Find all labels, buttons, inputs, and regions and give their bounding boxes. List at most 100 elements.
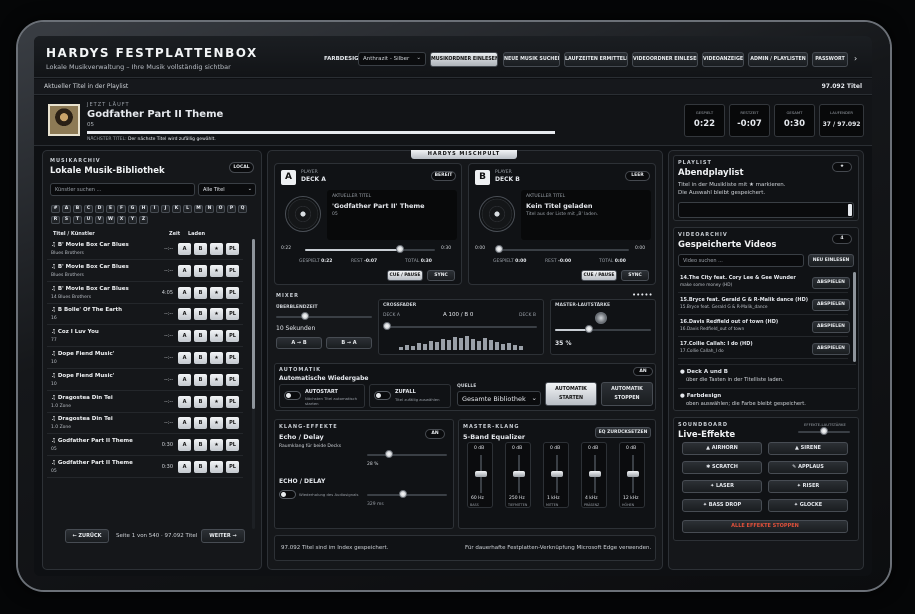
favorite-star-button[interactable]: ★: [210, 439, 223, 452]
table-row[interactable]: ♫ Coz I Luv You 77 --:-- A B ★ PL: [47, 326, 243, 348]
deck-a-cue-button[interactable]: CUE / PAUSE: [387, 270, 423, 281]
eq-reset-button[interactable]: EQ ZURÜCKSETZEN: [595, 427, 651, 438]
table-row[interactable]: ♫ B' Movie Box Car Blues Blues Brothers --…: [47, 261, 243, 282]
artist-search-input[interactable]: Künstler suchen ...: [50, 183, 195, 196]
add-to-playlist-button[interactable]: PL: [226, 243, 239, 255]
letter-index-button[interactable]: T: [73, 216, 82, 224]
letter-index-button[interactable]: H: [139, 205, 148, 213]
letter-index-button[interactable]: L: [183, 205, 192, 213]
letter-index-button[interactable]: R: [51, 216, 60, 224]
add-to-playlist-button[interactable]: PL: [226, 395, 239, 408]
deck-a-position-knob[interactable]: [395, 245, 404, 253]
volume-dial-icon[interactable]: [595, 312, 607, 324]
soundboard-effect-button[interactable]: ▲ AIRHORN: [682, 442, 762, 455]
add-to-playlist-button[interactable]: PL: [226, 264, 239, 277]
video-scrollbar[interactable]: [853, 272, 856, 362]
favorite-star-button[interactable]: ★: [210, 286, 223, 299]
add-to-playlist-button[interactable]: PL: [226, 417, 239, 430]
title-filter-select[interactable]: Alle Titel ⌄: [198, 183, 256, 196]
effect-volume-knob[interactable]: [820, 427, 828, 435]
add-to-playlist-button[interactable]: PL: [226, 330, 239, 343]
add-to-playlist-button[interactable]: PL: [226, 352, 239, 364]
letter-index-button[interactable]: F: [117, 205, 126, 213]
letter-index-button[interactable]: P: [227, 205, 236, 213]
load-a-button[interactable]: A: [178, 308, 191, 321]
echo-ms-knob[interactable]: [399, 490, 407, 498]
load-a-button[interactable]: A: [178, 330, 191, 343]
nav-laufzeiten-ermitteln[interactable]: LAUFZEITEN ERMITTELN: [564, 52, 628, 67]
nav-videoanzeige[interactable]: VIDEOANZEIGE: [702, 52, 744, 67]
crossfader-knob[interactable]: [383, 322, 391, 330]
table-row[interactable]: ♫ Dragostea Din Tei 1.0 Zone --:-- A B ★ PL: [47, 413, 243, 435]
letter-index-button[interactable]: Y: [128, 216, 137, 224]
library-scrollbar[interactable]: [252, 239, 255, 529]
add-to-playlist-button[interactable]: PL: [226, 286, 239, 299]
video-play-button[interactable]: ABSPIELEN: [812, 343, 850, 355]
letter-index-button[interactable]: X: [117, 216, 126, 224]
video-play-button[interactable]: ABSPIELEN: [812, 321, 850, 333]
letter-index-button[interactable]: B: [73, 205, 82, 213]
next-page-button[interactable]: WEITER →: [201, 529, 245, 543]
farbdesign-select[interactable]: Anthrazit - Silber ⌄: [358, 52, 426, 66]
eq-band-knob[interactable]: [475, 471, 487, 477]
favorite-star-button[interactable]: ★: [210, 352, 223, 364]
favorite-star-button[interactable]: ★: [210, 330, 223, 343]
nav-admin-playlisten[interactable]: ADMIN / PLAYLISTEN: [748, 52, 808, 67]
nav-passwort[interactable]: PASSWORT: [812, 52, 848, 67]
now-playing-progress[interactable]: [87, 131, 555, 134]
table-row[interactable]: ♫ Dope Fiend Music' 10 --:-- A B ★ PL: [47, 348, 243, 369]
eq-band-knob[interactable]: [551, 471, 563, 477]
scrollbar-thumb[interactable]: [252, 239, 255, 409]
load-a-button[interactable]: A: [178, 352, 191, 364]
zufall-toggle[interactable]: [374, 391, 391, 400]
load-b-button[interactable]: B: [194, 330, 207, 343]
soundboard-effect-button[interactable]: ✱ SCRATCH: [682, 461, 762, 474]
load-a-button[interactable]: A: [178, 395, 191, 408]
letter-index-button[interactable]: M: [194, 205, 203, 213]
load-b-button[interactable]: B: [194, 395, 207, 408]
soundboard-effect-button[interactable]: ✦ LASER: [682, 480, 762, 493]
favorite-star-button[interactable]: ★: [210, 308, 223, 321]
nav-videoordner-einlesen[interactable]: VIDEOORDNER EINLESEN: [632, 52, 698, 67]
table-row[interactable]: ♫ B' Movie Box Car Blues 14 Blues Brother…: [47, 283, 243, 304]
letter-index-button[interactable]: A: [62, 205, 71, 213]
add-to-playlist-button[interactable]: PL: [226, 461, 239, 473]
favorite-star-button[interactable]: ★: [210, 243, 223, 255]
effect-level-knob[interactable]: [385, 450, 394, 458]
autostart-toggle[interactable]: [284, 391, 301, 400]
load-a-button[interactable]: A: [178, 439, 191, 452]
table-row[interactable]: ♫ Dope Fiend Music' 10 --:-- A B ★ PL: [47, 370, 243, 391]
chevron-right-icon[interactable]: ›: [854, 54, 857, 63]
stop-all-effects-button[interactable]: ALLE EFFEKTE STOPPEN: [682, 520, 848, 533]
eq-band-knob[interactable]: [627, 471, 639, 477]
b-to-a-button[interactable]: B → A: [326, 337, 372, 349]
load-b-button[interactable]: B: [194, 417, 207, 430]
autostart-toggle-box[interactable]: AUTOSTART Nächsten Titel automatisch sta…: [279, 384, 365, 408]
nav-neue-musik-suchen[interactable]: NEUE MUSIK SUCHEN: [503, 52, 560, 67]
load-a-button[interactable]: A: [178, 264, 191, 277]
soundboard-effect-button[interactable]: ✎ APPLAUS: [768, 461, 848, 474]
load-b-button[interactable]: B: [194, 308, 207, 321]
table-row[interactable]: ♫ Dragostea Din Tei 1.0 Zone --:-- A B ★ PL: [47, 392, 243, 413]
fade-knob[interactable]: [300, 312, 309, 320]
video-play-button[interactable]: ABSPIELEN: [812, 277, 850, 289]
load-b-button[interactable]: B: [194, 286, 207, 299]
more-dots-icon[interactable]: •••••: [632, 291, 653, 299]
table-row[interactable]: ♫ Godfather Part II Theme 05 0:30 A B ★ PL: [47, 435, 243, 457]
table-row[interactable]: ♫ B Bolle' Of The Earth 16 --:-- A B ★ PL: [47, 304, 243, 326]
load-a-button[interactable]: A: [178, 461, 191, 473]
nav-musikordner-einlesen[interactable]: MUSIKORDNER EINLESEN: [430, 52, 498, 67]
crossfader-track[interactable]: [387, 326, 537, 328]
favorite-star-button[interactable]: ★: [210, 461, 223, 473]
letter-index-button[interactable]: O: [216, 205, 225, 213]
a-to-b-button[interactable]: A → B: [276, 337, 322, 349]
letter-index-button[interactable]: I: [150, 205, 159, 213]
load-b-button[interactable]: B: [194, 264, 207, 277]
automatik-start-button[interactable]: AUTOMATIK STARTEN: [545, 382, 597, 406]
letter-index-button[interactable]: K: [172, 205, 181, 213]
soundboard-effect-button[interactable]: ✦ RISER: [768, 480, 848, 493]
source-select[interactable]: Gesamte Bibliothek ⌄: [457, 391, 541, 406]
favorite-star-button[interactable]: ★: [210, 417, 223, 430]
load-b-button[interactable]: B: [194, 352, 207, 364]
add-to-playlist-button[interactable]: PL: [226, 373, 239, 386]
